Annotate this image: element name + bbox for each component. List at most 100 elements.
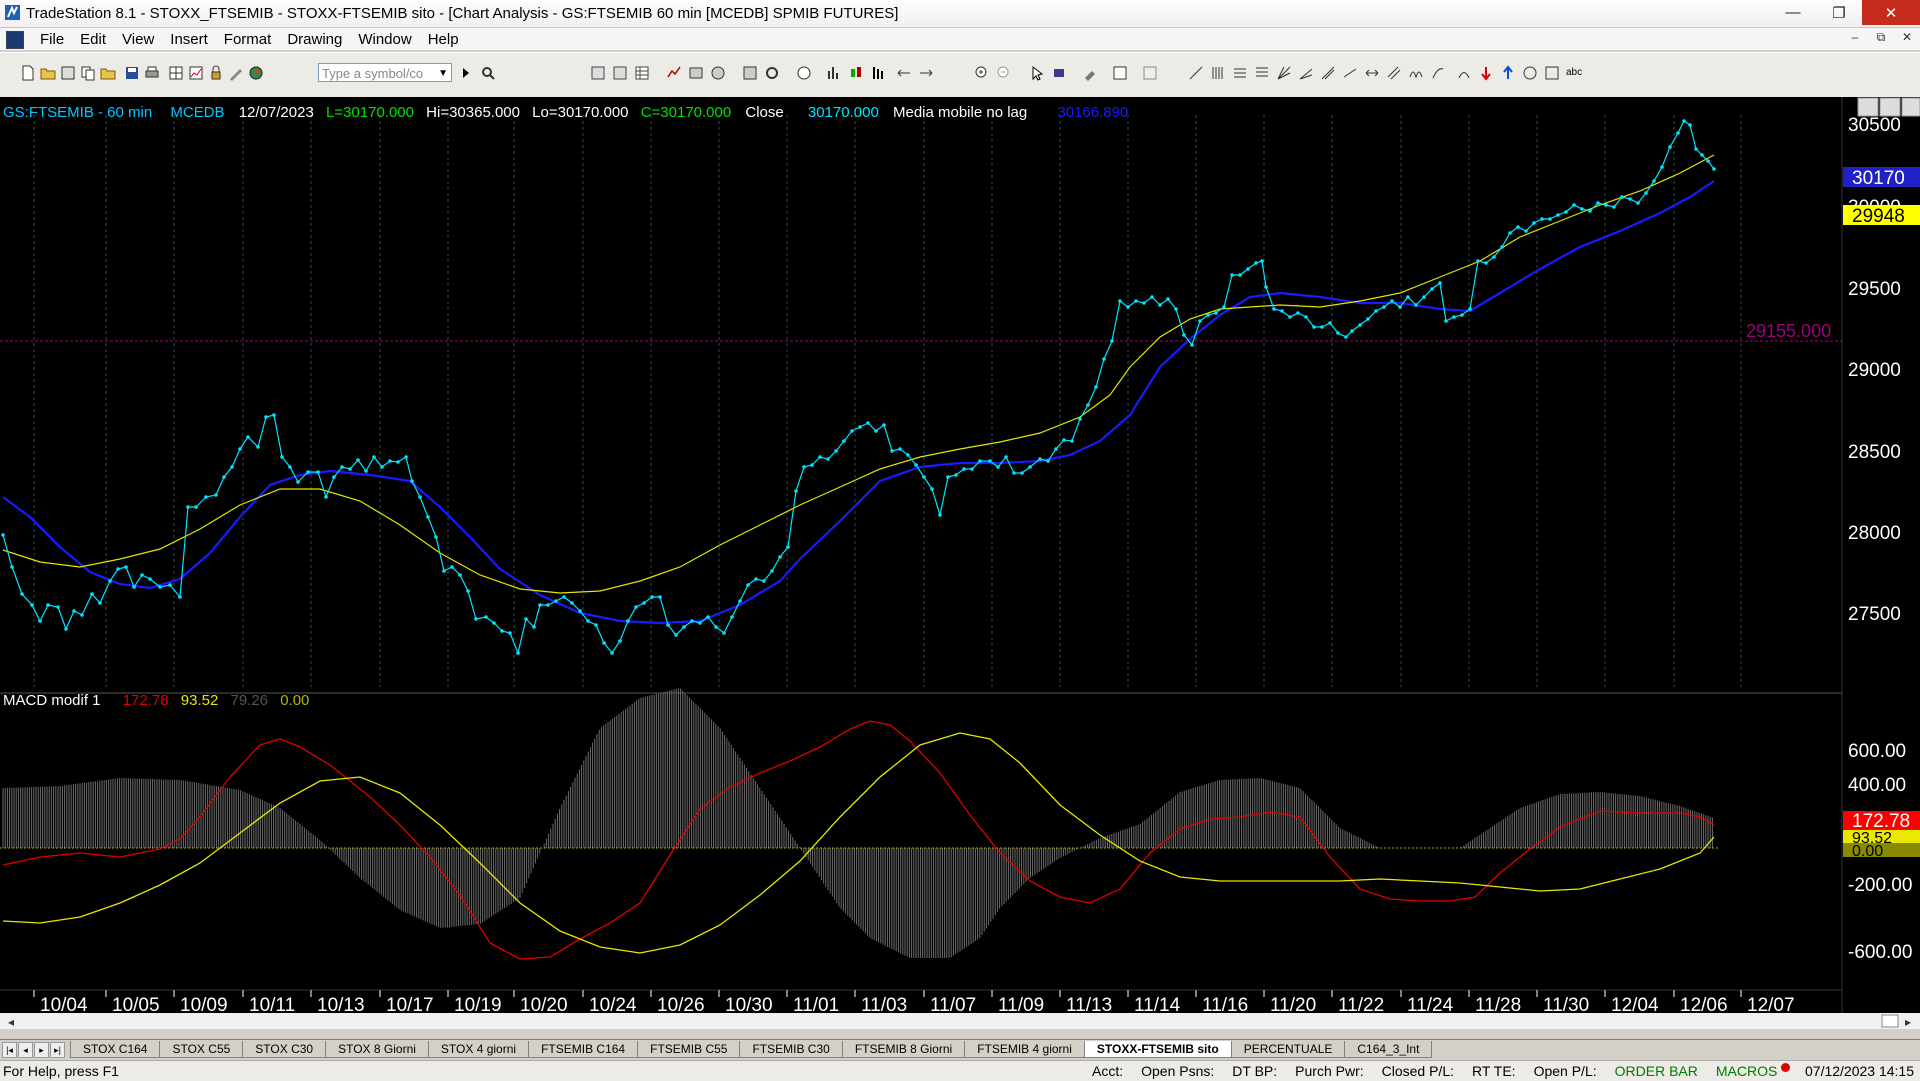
tab-ftsemib-c30[interactable]: FTSEMIB C30	[739, 1041, 843, 1058]
symbol-input[interactable]: Type a symbol/co ▼	[318, 63, 452, 82]
up-arrow-icon[interactable]	[1500, 65, 1516, 81]
horizontal-scrollbar[interactable]	[0, 1013, 1920, 1029]
draw-icon[interactable]	[228, 65, 244, 81]
freehand-icon[interactable]	[1430, 65, 1446, 81]
copy-icon[interactable]	[80, 65, 96, 81]
order-icon[interactable]	[1052, 65, 1068, 81]
rectangle-icon[interactable]	[1544, 65, 1560, 81]
workspace-icon[interactable]	[60, 65, 76, 81]
scroll-right-icon[interactable]	[918, 65, 934, 81]
table-icon[interactable]	[634, 65, 650, 81]
settings-icon[interactable]	[742, 65, 758, 81]
new-icon[interactable]	[20, 65, 36, 81]
menu-view[interactable]: View	[114, 31, 162, 48]
menu-drawing[interactable]: Drawing	[279, 31, 350, 48]
date-tick: 11/30	[1543, 995, 1589, 1016]
refresh-icon[interactable]	[764, 65, 780, 81]
tab-percentuale[interactable]: PERCENTUALE	[1230, 1041, 1346, 1058]
mdi-restore-button[interactable]: ⧉	[1868, 30, 1894, 48]
tab-stox-4-giorni[interactable]: STOX 4 giorni	[427, 1041, 530, 1058]
ohlc-icon[interactable]	[870, 65, 886, 81]
gann-fan-icon[interactable]	[1276, 65, 1292, 81]
menu-help[interactable]: Help	[420, 31, 467, 48]
macros-button[interactable]: MACROS	[1716, 1063, 1777, 1079]
tab-stox-8-giorni[interactable]: STOX 8 Giorni	[325, 1041, 429, 1058]
down-arrow-icon[interactable]	[1478, 65, 1494, 81]
chart-window-button[interactable]	[188, 65, 204, 81]
tab-ftsemib-4-giorni[interactable]: FTSEMIB 4 giorni	[964, 1041, 1085, 1058]
window-grid-icon[interactable]	[168, 65, 184, 81]
tab-next-icon[interactable]: ▸	[34, 1042, 49, 1058]
arc-icon[interactable]	[1456, 65, 1472, 81]
menu-edit[interactable]: Edit	[72, 31, 114, 48]
price-bar	[450, 565, 454, 569]
speed-lines-icon[interactable]	[1298, 65, 1314, 81]
menu-format[interactable]: Format	[216, 31, 280, 48]
find-icon[interactable]	[480, 65, 496, 81]
price-bar	[1078, 417, 1082, 421]
mdi-minimize-button[interactable]: –	[1842, 30, 1868, 48]
play-arrow-icon[interactable]	[458, 65, 474, 81]
price-bar	[1682, 119, 1686, 123]
macd-zero-value: 0.00	[280, 692, 309, 709]
pointer-icon[interactable]	[1030, 65, 1046, 81]
open-icon[interactable]	[40, 65, 56, 81]
parallel-lines-icon[interactable]	[1386, 65, 1402, 81]
regression-icon[interactable]	[1342, 65, 1358, 81]
close-button[interactable]: ✕	[1862, 0, 1920, 25]
scanner-icon[interactable]	[688, 65, 704, 81]
chart-analysis-window[interactable]: GS:FTSEMIB - 60 min MCEDB 12/07/2023 L=3…	[0, 97, 1920, 1029]
tab-ftsemib-8-giorni[interactable]: FTSEMIB 8 Giorni	[841, 1041, 966, 1058]
print-icon[interactable]	[144, 65, 160, 81]
menu-file[interactable]: File	[32, 31, 72, 48]
vertical-bars-icon[interactable]	[1210, 65, 1226, 81]
menu-window[interactable]: Window	[350, 31, 419, 48]
tab-prev-icon[interactable]: ◂	[18, 1042, 33, 1058]
status-open-pl: Open P/L:	[1533, 1063, 1597, 1079]
analysis-icon[interactable]	[710, 65, 726, 81]
tab-ftsemib-c55[interactable]: FTSEMIB C55	[637, 1041, 741, 1058]
cycles-icon[interactable]	[1408, 65, 1424, 81]
chart-window-icon[interactable]	[6, 31, 24, 49]
candle-icon[interactable]	[848, 65, 864, 81]
horizontal-lines-icon[interactable]	[1232, 65, 1248, 81]
bar-chart-icon[interactable]	[826, 65, 842, 81]
chevron-down-icon[interactable]: ▼	[438, 64, 448, 83]
minimize-button[interactable]: —	[1770, 0, 1816, 25]
price-chart[interactable]: GS:FTSEMIB - 60 min MCEDB 12/07/2023 L=3…	[0, 97, 1920, 1029]
chart-props-icon[interactable]	[1112, 65, 1128, 81]
zoom-in-icon[interactable]	[974, 65, 990, 81]
andrews-pitchfork-icon[interactable]	[1320, 65, 1336, 81]
mdi-close-button[interactable]: ✕	[1894, 30, 1920, 48]
globe-icon[interactable]	[248, 65, 264, 81]
save-icon[interactable]	[124, 65, 140, 81]
ellipse-icon[interactable]	[1522, 65, 1538, 81]
lock-icon[interactable]	[208, 65, 224, 81]
tab-stox-c55[interactable]: STOX C55	[159, 1041, 244, 1058]
maximize-button[interactable]: ❐	[1816, 0, 1862, 25]
tab-stox-c164[interactable]: STOX C164	[70, 1041, 161, 1058]
tab-stox-c30[interactable]: STOX C30	[242, 1041, 327, 1058]
text-tool-icon[interactable]: abc	[1566, 65, 1582, 81]
tab-last-icon[interactable]: ▸|	[50, 1042, 65, 1058]
scrollbar-thumb[interactable]	[1881, 1014, 1899, 1028]
trendline-icon[interactable]	[1188, 65, 1204, 81]
tab-stoxx-ftsemib-sito[interactable]: STOXX-FTSEMIB sito	[1083, 1041, 1232, 1058]
line-chart-icon[interactable]	[666, 65, 682, 81]
horizontal-arrow-icon[interactable]	[1364, 65, 1380, 81]
indicator-value: 30166.890	[1057, 104, 1128, 121]
order-bar-button[interactable]: ORDER BAR	[1615, 1063, 1698, 1079]
chart-style-icon[interactable]	[590, 65, 606, 81]
fib-icon[interactable]	[1254, 65, 1270, 81]
data-window-icon[interactable]	[612, 65, 628, 81]
tab-c164-3-int[interactable]: C164_3_Int	[1344, 1041, 1433, 1058]
tools-icon[interactable]	[1082, 65, 1098, 81]
scroll-left-icon[interactable]	[896, 65, 912, 81]
tab-ftsemib-c164[interactable]: FTSEMIB C164	[528, 1041, 639, 1058]
text-icon[interactable]	[1142, 65, 1158, 81]
tab-first-icon[interactable]: |◂	[2, 1042, 17, 1058]
zoom-out-icon[interactable]	[996, 65, 1012, 81]
menu-insert[interactable]: Insert	[162, 31, 216, 48]
folder-icon[interactable]	[100, 65, 116, 81]
radar-icon[interactable]	[796, 65, 812, 81]
